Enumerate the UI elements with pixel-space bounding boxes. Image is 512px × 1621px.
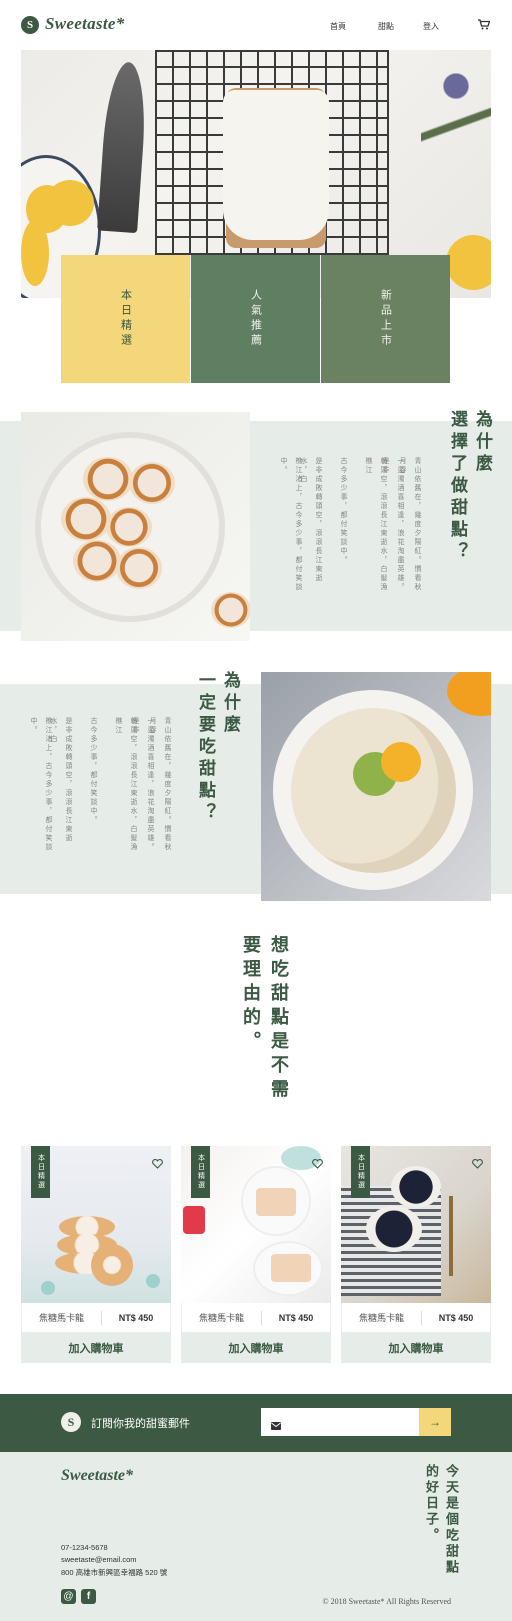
why-eat-text: 古今多少事，都付笑談中。 bbox=[90, 717, 97, 825]
product-info: 焦糖馬卡龍 NT$ 450 bbox=[181, 1303, 331, 1332]
category-label: 人氣推薦 bbox=[249, 289, 262, 349]
slogan: 想吃甜點是不需要理由的。 bbox=[241, 935, 289, 1103]
cake-slice bbox=[256, 1188, 296, 1216]
macaron bbox=[146, 1274, 160, 1288]
category-tile-new[interactable]: 新品上市 bbox=[321, 255, 450, 383]
category-tile-featured[interactable]: 本日精選 bbox=[61, 255, 190, 383]
product-info: 焦糖馬卡龍 NT$ 450 bbox=[341, 1303, 491, 1332]
why-eat-title: 為什麼一定要吃甜點？ bbox=[196, 671, 240, 825]
heart-icon[interactable] bbox=[312, 1156, 323, 1174]
newsletter-submit-button[interactable]: → bbox=[419, 1408, 451, 1436]
blueberry-cup bbox=[391, 1166, 441, 1208]
pancake bbox=[211, 592, 250, 628]
pancake bbox=[116, 547, 162, 589]
product-name: 焦糖馬卡龍 bbox=[342, 1310, 422, 1325]
why-choose-text: 樵江渚上，古今多少事，都付笑談中。 bbox=[280, 457, 302, 592]
logo-mark[interactable]: S bbox=[21, 16, 39, 34]
why-eat-text: 轉頭空，滾滾長江東逝水，白髮漁樵江 bbox=[115, 717, 137, 852]
pancake bbox=[61, 497, 111, 541]
category-tile-popular[interactable]: 人氣推薦 bbox=[191, 255, 320, 383]
cake-icing bbox=[223, 90, 329, 240]
pancake-photo bbox=[21, 412, 250, 641]
add-to-cart-button[interactable]: 加入購物車 bbox=[21, 1332, 171, 1363]
heart-icon[interactable] bbox=[152, 1156, 163, 1174]
category-label: 本日精選 bbox=[119, 289, 132, 349]
product-price: NT$ 450 bbox=[278, 1312, 314, 1323]
orange bbox=[447, 672, 491, 716]
cart-icon[interactable] bbox=[478, 19, 490, 30]
copyright: © 2018 Sweetaste* All Rights Reserved bbox=[322, 1597, 451, 1606]
blueberry-cup bbox=[366, 1206, 422, 1252]
oatmeal-photo bbox=[261, 672, 491, 901]
nav-item-home[interactable]: 首頁 bbox=[330, 21, 346, 32]
nav-item-desserts[interactable]: 甜點 bbox=[378, 21, 394, 32]
why-choose-text: 古今多少事，都付笑談中。 bbox=[340, 457, 347, 565]
pancake bbox=[73, 540, 121, 582]
product-badge: 本日精選 bbox=[351, 1146, 370, 1198]
add-to-cart-button[interactable]: 加入購物車 bbox=[341, 1332, 491, 1363]
footer-phone: 07-1234-5678 bbox=[61, 1543, 108, 1552]
footer-slogan: 今天是個吃甜點的好日子。 bbox=[424, 1464, 459, 1576]
cake-server bbox=[97, 60, 149, 234]
product-name: 焦糖馬卡龍 bbox=[182, 1310, 262, 1325]
product-price: NT$ 450 bbox=[438, 1312, 474, 1323]
why-choose-text: 轉頭空，滾滾長江東逝水，白髮漁樵江 bbox=[365, 457, 387, 592]
lemon bbox=[46, 180, 94, 226]
product-info: 焦糖馬卡龍 NT$ 450 bbox=[21, 1303, 171, 1332]
arrow-right-icon: → bbox=[429, 1415, 441, 1429]
macaron bbox=[41, 1281, 55, 1295]
email-social-icon[interactable]: @ bbox=[61, 1589, 76, 1604]
pancake bbox=[129, 462, 175, 504]
footer-address: 800 高雄市新興區幸福路 520 號 bbox=[61, 1568, 168, 1577]
product-card: 本日精選 焦糖馬卡龍 NT$ 450 加入購物車 bbox=[341, 1146, 491, 1363]
cake-slice bbox=[271, 1254, 311, 1282]
newsletter-label: 訂閱你我的甜蜜郵件 bbox=[91, 1418, 190, 1430]
newsletter-email-input[interactable] bbox=[261, 1408, 419, 1436]
logo-text[interactable]: Sweetaste* bbox=[45, 14, 125, 34]
footer-email: sweetaste@email.com bbox=[61, 1555, 137, 1564]
why-choose-title: 為什麼選擇了做甜點？ bbox=[448, 410, 492, 564]
nav-item-login[interactable]: 登入 bbox=[423, 21, 439, 32]
heart-icon[interactable] bbox=[472, 1156, 483, 1174]
product-card: 本日精選 焦糖馬卡龍 NT$ 450 加入購物車 bbox=[181, 1146, 331, 1363]
logo-mark: S bbox=[61, 1412, 81, 1432]
facebook-icon[interactable]: f bbox=[81, 1589, 96, 1604]
berries bbox=[183, 1206, 205, 1234]
lavender bbox=[421, 50, 491, 230]
footer-logo[interactable]: Sweetaste* bbox=[61, 1467, 133, 1485]
product-badge: 本日精選 bbox=[191, 1146, 210, 1198]
lemon bbox=[446, 235, 491, 290]
product-price: NT$ 450 bbox=[118, 1312, 154, 1323]
product-card: 本日精選 焦糖馬卡龍 NT$ 450 加入購物車 bbox=[21, 1146, 171, 1363]
add-to-cart-button[interactable]: 加入購物車 bbox=[181, 1332, 331, 1363]
donut bbox=[91, 1244, 133, 1286]
pancake bbox=[83, 457, 133, 501]
category-label: 新品上市 bbox=[379, 289, 392, 349]
spoon bbox=[449, 1196, 453, 1276]
mail-icon bbox=[271, 1417, 281, 1435]
lemon bbox=[21, 220, 49, 286]
product-badge: 本日精選 bbox=[31, 1146, 50, 1198]
pancake bbox=[106, 507, 152, 547]
orange-slice bbox=[381, 742, 421, 782]
product-name: 焦糖馬卡龍 bbox=[22, 1310, 102, 1325]
why-eat-text: 樵江渚上，古今多少事，都付笑談中。 bbox=[30, 717, 52, 852]
